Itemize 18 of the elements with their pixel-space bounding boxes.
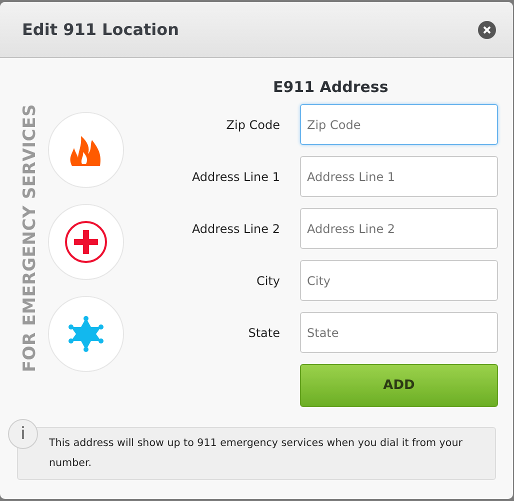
add-button[interactable]: ADD xyxy=(300,364,498,407)
field-label: Address Line 2 xyxy=(190,220,280,238)
field-label: City xyxy=(255,272,280,290)
input-field[interactable]: Address Line 2 xyxy=(300,208,498,249)
close-button[interactable] xyxy=(478,20,496,38)
field-label: Zip Code xyxy=(225,116,280,134)
dialog-title: Edit 911 Location xyxy=(22,18,180,40)
input-field[interactable]: City xyxy=(300,260,498,301)
input-field[interactable]: State xyxy=(300,312,498,353)
info-icon: i xyxy=(8,419,38,449)
form-heading: E911 Address xyxy=(272,77,390,98)
info-text: This address will show up to 911 emergency services when you dial it from your number. xyxy=(49,437,462,469)
input-field[interactable]: Address Line 1 xyxy=(300,156,498,197)
input-field[interactable]: Zip Code xyxy=(300,104,498,145)
field-label: State xyxy=(247,324,280,342)
side-caption: FOR EMERGENCY SERVICES xyxy=(19,104,41,372)
field-label: Address Line 1 xyxy=(190,168,280,186)
close-icon xyxy=(483,26,491,34)
